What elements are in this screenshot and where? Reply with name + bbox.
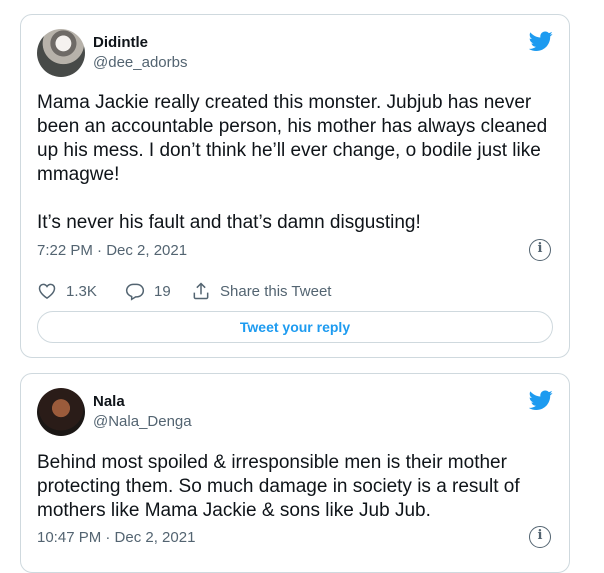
avatar[interactable] bbox=[37, 29, 85, 77]
tweet-header: Didintle @dee_adorbs bbox=[37, 29, 553, 77]
author-handle[interactable]: @Nala_Denga bbox=[93, 413, 192, 430]
tweet-header: Nala @Nala_Denga bbox=[37, 388, 553, 436]
info-icon[interactable]: i bbox=[529, 239, 551, 261]
author-name[interactable]: Didintle bbox=[93, 34, 148, 51]
author-handle[interactable]: @dee_adorbs bbox=[93, 54, 187, 71]
author-name[interactable]: Nala bbox=[93, 393, 125, 410]
twitter-bird-icon[interactable] bbox=[529, 388, 553, 412]
share-label: Share this Tweet bbox=[220, 282, 332, 300]
tweet-timestamp[interactable]: 10:47 PM · Dec 2, 2021 bbox=[37, 529, 195, 546]
avatar[interactable] bbox=[37, 388, 85, 436]
reply-button[interactable]: 19 bbox=[125, 281, 171, 301]
tweet-card[interactable]: Didintle @dee_adorbs Mama Jackie really … bbox=[20, 14, 570, 358]
share-button[interactable]: Share this Tweet bbox=[191, 281, 331, 301]
tweet-text: Mama Jackie really created this monster.… bbox=[37, 92, 548, 233]
tweet-text: Behind most spoiled & irresponsible men … bbox=[37, 452, 525, 521]
reply-count: 19 bbox=[154, 282, 171, 300]
info-icon[interactable]: i bbox=[529, 526, 551, 548]
tweet-card[interactable]: Nala @Nala_Denga Behind most spoiled & i… bbox=[20, 373, 570, 573]
twitter-bird-icon[interactable] bbox=[529, 29, 553, 53]
tweet-your-reply-button[interactable]: Tweet your reply bbox=[37, 311, 553, 343]
share-icon bbox=[193, 282, 209, 300]
heart-icon bbox=[38, 283, 56, 299]
like-button[interactable]: 1.3K bbox=[37, 281, 97, 301]
tweet-actions: 1.3K 19 Share this Tweet bbox=[37, 277, 553, 305]
tweet-timestamp[interactable]: 7:22 PM · Dec 2, 2021 bbox=[37, 242, 187, 259]
like-count: 1.3K bbox=[66, 282, 97, 300]
reply-bubble-icon bbox=[125, 283, 145, 301]
